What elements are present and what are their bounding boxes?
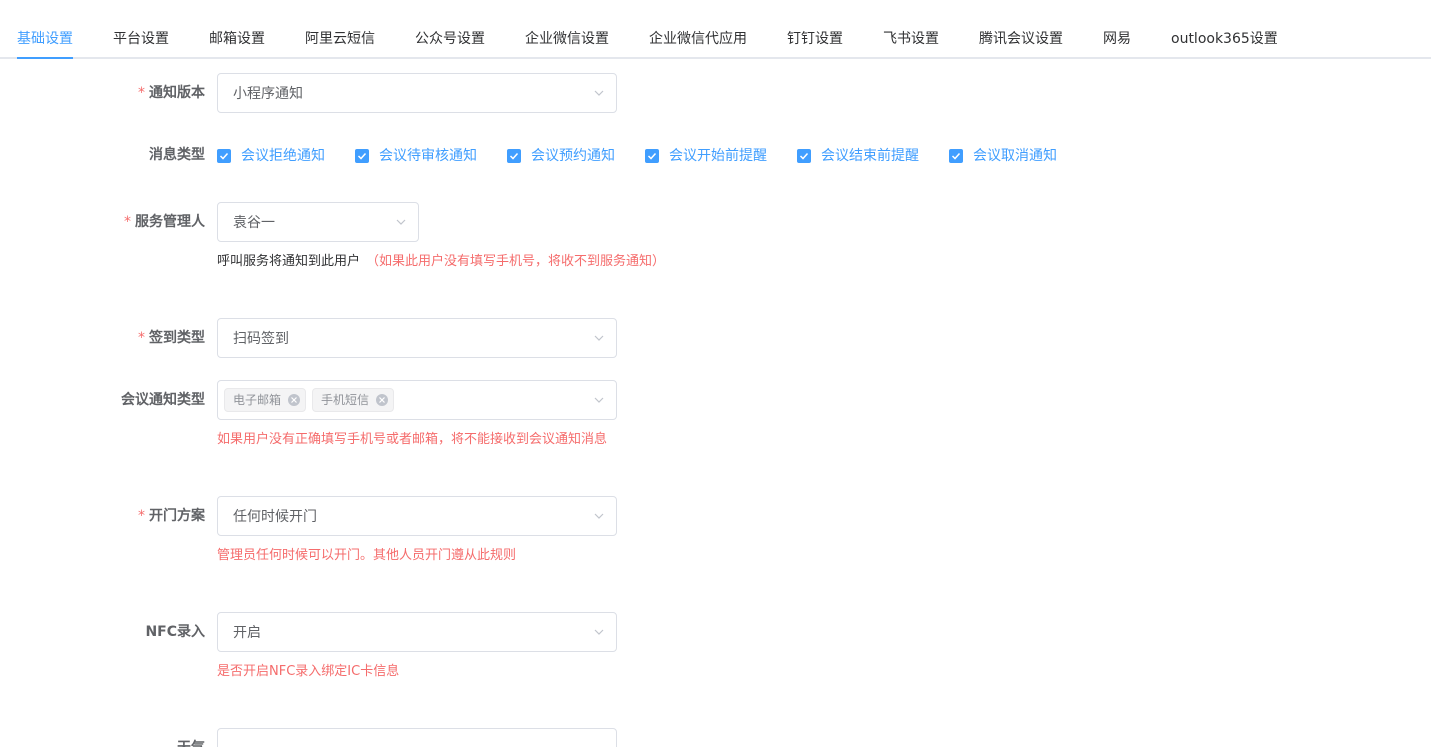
checkbox-checked-icon [507,149,521,163]
door-plan-label: * 开门方案 [138,508,205,524]
notify-version-label: * 通知版本 [138,85,205,101]
required-mark: * [138,85,145,101]
nfc-value: 开启 [233,625,261,641]
weather-label: 天气 [15,738,205,747]
service-manager-warning: （如果此用户没有填写手机号，将收不到服务通知） [366,254,666,269]
active-tab-indicator [17,57,73,59]
tag-close-icon[interactable] [288,394,300,406]
weather-select[interactable] [217,728,617,747]
tab-netease[interactable]: 网易 [1103,30,1131,48]
service-manager-select[interactable]: 袁谷一 [217,202,419,242]
tab-platform-settings[interactable]: 平台设置 [113,30,169,48]
required-mark: * [124,214,131,230]
chevron-down-icon [594,397,604,403]
tab-outlook365-settings[interactable]: outlook365设置 [1171,30,1278,48]
service-manager-value: 袁谷一 [233,215,275,231]
tab-basic-settings[interactable]: 基础设置 [17,30,73,48]
message-type-label: 消息类型 [149,147,205,163]
checkbox-checked-icon [217,149,231,163]
tab-dingtalk-settings[interactable]: 钉钉设置 [787,30,843,48]
checkin-type-value: 扫码签到 [233,331,289,347]
tab-feishu-settings[interactable]: 飞书设置 [883,30,939,48]
chevron-down-icon [396,219,406,225]
notify-version-select[interactable]: 小程序通知 [217,73,617,113]
nfc-select[interactable]: 开启 [217,612,617,652]
settings-tabs: 基础设置 平台设置 邮箱设置 阿里云短信 公众号设置 企业微信设置 企业微信代应… [0,0,1431,59]
meeting-notify-type-multiselect[interactable]: 电子邮箱 手机短信 [217,380,617,420]
tag-email: 电子邮箱 [224,388,306,412]
chevron-down-icon [594,513,604,519]
door-plan-select[interactable]: 任何时候开门 [217,496,617,536]
door-plan-hint: 管理员任何时候可以开门。其他人员开门遵从此规则 [217,548,517,563]
checkbox-checked-icon [797,149,811,163]
door-plan-value: 任何时候开门 [233,509,317,525]
checkbox-checked-icon [949,149,963,163]
service-manager-hint: 呼叫服务将通知到此用户 （如果此用户没有填写手机号，将收不到服务通知） [217,254,666,269]
checkbox-checked-icon [355,149,369,163]
checkin-type-select[interactable]: 扫码签到 [217,318,617,358]
checkbox-checked-icon [645,149,659,163]
nfc-label: NFC录入 [145,624,205,640]
tab-official-account-settings[interactable]: 公众号设置 [415,30,485,48]
tab-email-settings[interactable]: 邮箱设置 [209,30,265,48]
tab-tencent-meeting-settings[interactable]: 腾讯会议设置 [979,30,1063,48]
tab-wecom-settings[interactable]: 企业微信设置 [525,30,609,48]
tab-aliyun-sms[interactable]: 阿里云短信 [305,30,375,48]
nfc-hint: 是否开启NFC录入绑定IC卡信息 [217,664,400,679]
tab-wecom-agent-app[interactable]: 企业微信代应用 [649,30,747,48]
chevron-down-icon [594,629,604,635]
tag-sms: 手机短信 [312,388,394,412]
tag-close-icon[interactable] [376,394,388,406]
required-mark: * [138,330,145,346]
notify-version-value: 小程序通知 [233,86,303,102]
chevron-down-icon [594,90,604,96]
meeting-notify-type-hint: 如果用户没有正确填写手机号或者邮箱，将不能接收到会议通知消息 [217,432,608,447]
service-manager-label: * 服务管理人 [124,214,205,230]
chevron-down-icon [594,335,604,341]
required-mark: * [138,508,145,524]
checkin-type-label: * 签到类型 [138,330,205,346]
meeting-notify-type-label: 会议通知类型 [121,392,205,408]
